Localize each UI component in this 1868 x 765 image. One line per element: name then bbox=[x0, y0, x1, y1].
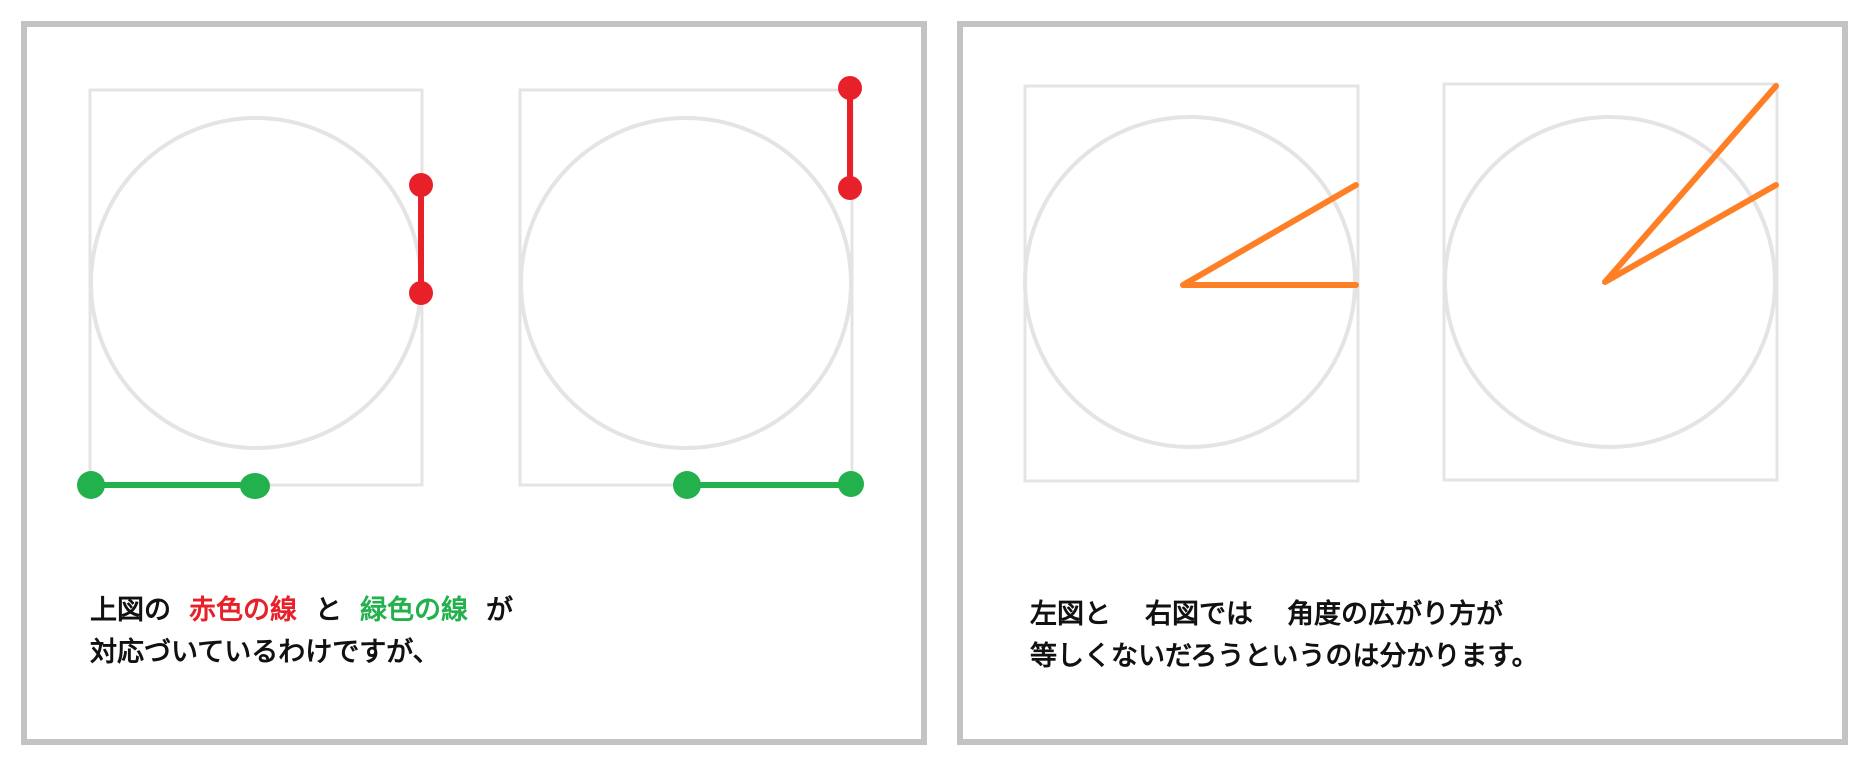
right-caption-line2: 等しくないだろうというのは分かります。 bbox=[1030, 641, 1539, 672]
left-fig2-green-endpoint-left bbox=[673, 471, 701, 499]
left-caption-prefix: 上図の bbox=[90, 595, 171, 626]
left-caption-line2: 対応づいているわけですが、 bbox=[90, 637, 440, 668]
left-fig2-red-endpoint-top bbox=[838, 76, 862, 100]
left-fig2-green-endpoint-right bbox=[838, 471, 864, 497]
red-line-label: 赤色の線 bbox=[189, 595, 297, 626]
left-fig2-red-endpoint-bottom bbox=[838, 176, 862, 200]
left-fig1-red-endpoint-top bbox=[409, 173, 433, 197]
right-caption: 左図と 右図では 角度の広がり方が 等しくないだろうというのは分かります。 bbox=[1030, 594, 1539, 678]
right-caption-right-label: 右図では bbox=[1145, 599, 1253, 630]
left-caption-line1: 上図の 赤色の線と緑色の線が bbox=[90, 590, 513, 632]
left-fig1-green-endpoint-right bbox=[240, 473, 270, 499]
right-caption-angle-label: 角度の広がり方が bbox=[1287, 599, 1503, 630]
left-caption-connector: と bbox=[315, 595, 342, 626]
left-caption: 上図の 赤色の線と緑色の線が 対応づいているわけですが、 bbox=[90, 590, 513, 674]
green-line-label: 緑色の線 bbox=[360, 595, 468, 626]
left-fig1-red-endpoint-bottom bbox=[409, 281, 433, 305]
left-fig1-green-endpoint-left bbox=[77, 471, 105, 499]
right-caption-left-label: 左図と bbox=[1030, 599, 1111, 630]
left-caption-suffix: が bbox=[486, 595, 513, 626]
right-caption-line1: 左図と 右図では 角度の広がり方が bbox=[1030, 594, 1539, 636]
